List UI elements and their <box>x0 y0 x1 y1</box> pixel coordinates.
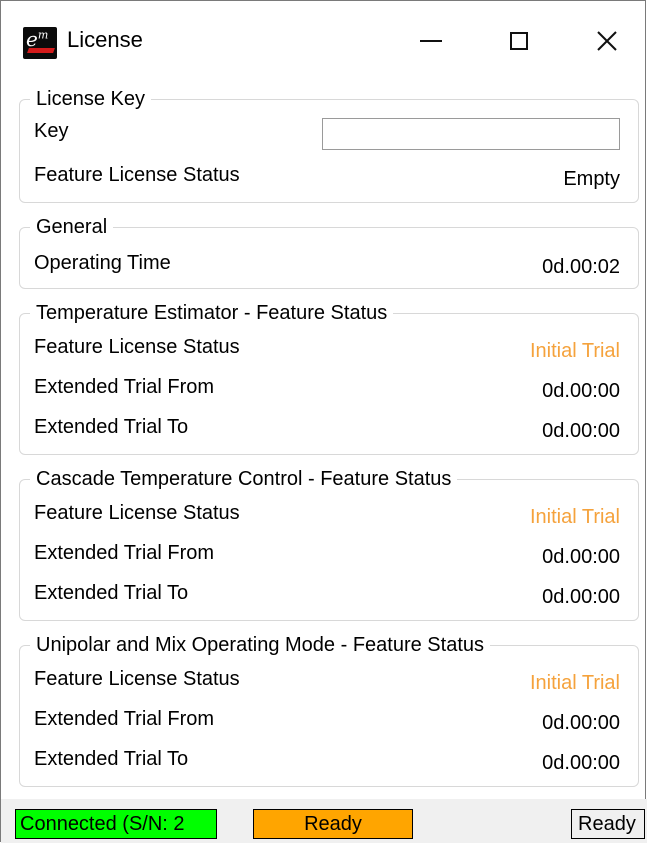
extended-trial-to-row: Extended Trial To 0d.00:00 <box>34 412 620 442</box>
operating-time-row: Operating Time 0d.00:02 <box>34 248 620 278</box>
feature-status-value: Initial Trial <box>529 672 620 694</box>
extended-trial-to-row: Extended Trial To 0d.00:00 <box>34 744 620 774</box>
feature-legend: Unipolar and Mix Operating Mode - Featur… <box>30 632 490 658</box>
license-key-legend: License Key <box>30 86 151 112</box>
feature-status-row: Feature License Status Initial Trial <box>34 498 620 528</box>
extended-trial-to-label: Extended Trial To <box>34 582 189 604</box>
general-group: General Operating Time 0d.00:02 <box>19 214 639 289</box>
minimize-button[interactable] <box>401 19 461 63</box>
maximize-button[interactable] <box>489 19 549 63</box>
feature-legend: Cascade Temperature Control - Feature St… <box>30 466 458 492</box>
extended-trial-from-label: Extended Trial From <box>34 708 215 730</box>
feature-status-row: Feature License Status Initial Trial <box>34 332 620 362</box>
extended-trial-from-label: Extended Trial From <box>34 376 215 398</box>
app-ready-status: Ready <box>571 809 645 839</box>
license-window: em License License Key Key Feature Licen… <box>0 0 647 843</box>
license-status-value: Empty <box>563 168 620 190</box>
key-row: Key <box>34 116 620 150</box>
connection-status: Connected (S/N: 2 <box>15 809 217 839</box>
feature-status-label: Feature License Status <box>34 668 240 690</box>
operating-time-value: 0d.00:02 <box>542 256 620 278</box>
feature-legend: Temperature Estimator - Feature Status <box>30 300 394 326</box>
extended-trial-from-row: Extended Trial From 0d.00:00 <box>34 372 620 402</box>
feature-status-label: Feature License Status <box>34 336 240 358</box>
key-label: Key <box>34 120 69 142</box>
general-legend: General <box>30 214 114 240</box>
extended-trial-to-value: 0d.00:00 <box>542 420 620 442</box>
license-status-label: Feature License Status <box>34 164 240 186</box>
extended-trial-from-value: 0d.00:00 <box>542 546 620 568</box>
extended-trial-to-label: Extended Trial To <box>34 416 189 438</box>
em-app-icon: em <box>23 27 57 59</box>
status-bar: Connected (S/N: 2 Ready Ready <box>1 799 647 843</box>
extended-trial-to-row: Extended Trial To 0d.00:00 <box>34 578 620 608</box>
device-ready-status: Ready <box>253 809 413 839</box>
close-button[interactable] <box>577 19 637 63</box>
unipolar-mix-operating-mode-group: Unipolar and Mix Operating Mode - Featur… <box>19 632 639 787</box>
license-status-row: Feature License Status Empty <box>34 160 620 190</box>
feature-status-label: Feature License Status <box>34 502 240 524</box>
minimize-icon <box>420 40 442 42</box>
feature-status-value: Initial Trial <box>529 340 620 362</box>
extended-trial-from-label: Extended Trial From <box>34 542 215 564</box>
feature-status-value: Initial Trial <box>529 506 620 528</box>
extended-trial-to-value: 0d.00:00 <box>542 586 620 608</box>
license-key-group: License Key Key Feature License Status E… <box>19 86 639 203</box>
extended-trial-to-value: 0d.00:00 <box>542 752 620 774</box>
extended-trial-from-row: Extended Trial From 0d.00:00 <box>34 704 620 734</box>
operating-time-label: Operating Time <box>34 252 171 274</box>
cascade-temperature-control-group: Cascade Temperature Control - Feature St… <box>19 466 639 621</box>
window-title: License <box>67 27 143 52</box>
close-icon <box>597 31 617 51</box>
feature-status-row: Feature License Status Initial Trial <box>34 664 620 694</box>
temperature-estimator-group: Temperature Estimator - Feature Status F… <box>19 300 639 455</box>
extended-trial-from-value: 0d.00:00 <box>542 380 620 402</box>
maximize-icon <box>510 32 528 50</box>
extended-trial-from-row: Extended Trial From 0d.00:00 <box>34 538 620 568</box>
extended-trial-to-label: Extended Trial To <box>34 748 189 770</box>
key-input[interactable] <box>322 118 620 150</box>
extended-trial-from-value: 0d.00:00 <box>542 712 620 734</box>
title-bar[interactable]: em License <box>1 1 647 81</box>
